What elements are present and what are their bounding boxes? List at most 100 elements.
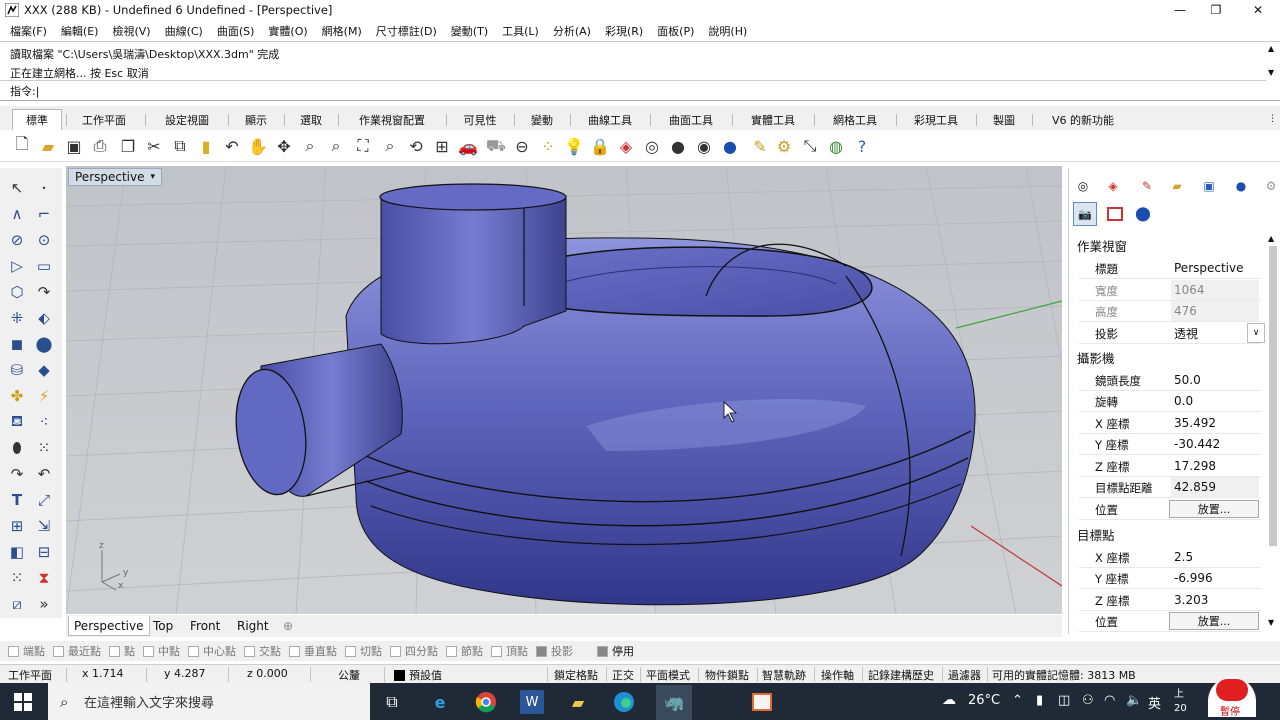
osnap-tangent[interactable]: 切點 [345,643,382,659]
ellipse-icon[interactable]: ⊙ [32,228,56,252]
tab-render-tools[interactable]: 彩現工具 [898,109,974,130]
scroll-down-icon[interactable]: ▼ [1268,68,1274,77]
osnap-intersection[interactable]: 交點 [244,643,281,659]
tab-right[interactable]: Right [232,616,274,636]
cut-icon[interactable]: ✂ [142,134,166,158]
boolean-icon[interactable]: ⬤ [32,332,56,356]
lock-icon[interactable]: 🔒 [588,134,612,158]
minimize-button[interactable]: — [1160,0,1200,20]
gumball-toggle[interactable]: 操作軸 [821,667,854,683]
osnap-vertex[interactable]: 頂點 [491,643,528,659]
osnap-quadrant[interactable]: 四分點 [390,643,438,659]
osnap-point[interactable]: 點 [109,643,135,659]
new-icon[interactable]: 🗋 [10,134,34,158]
checkbox-icon[interactable] [188,645,199,657]
folder-tab-icon[interactable]: ▰ [1167,176,1187,196]
chevron-down-icon[interactable]: ∨ [1247,323,1265,343]
checkbox-icon[interactable] [390,645,401,657]
close-button[interactable]: ✕ [1238,0,1278,20]
tab-mesh-tools[interactable]: 網格工具 [816,109,894,130]
weather-icon[interactable]: ☁ [942,692,956,708]
menu-transform[interactable]: 變動(T) [451,23,488,39]
move-icon[interactable]: ⤢ [32,488,56,512]
tab-perspective[interactable]: Perspective [68,616,150,636]
trim-icon[interactable]: ↷ [5,462,29,486]
checkbox-icon[interactable] [143,645,154,657]
pan-hand-icon[interactable]: ✋ [246,134,270,158]
ortho-toggle[interactable]: 正交 [612,667,634,683]
mesh-icon[interactable]: ✤ [5,384,29,408]
target-x-field[interactable]: 2.5 [1171,547,1259,567]
osnap-near[interactable]: 最近點 [53,643,101,659]
rectangle-icon[interactable]: ▭ [32,254,56,278]
osnap-center[interactable]: 中心點 [188,643,236,659]
tab-display[interactable]: 顯示 [230,109,282,130]
projection-select[interactable]: 透視 [1171,323,1259,343]
checkbox-icon[interactable] [446,645,457,657]
word-icon[interactable]: W [520,690,544,714]
menu-surface[interactable]: 曲面(S) [217,23,255,39]
rotate-icon[interactable]: ✥ [272,134,296,158]
sun-tab-icon[interactable]: ● [1231,176,1251,196]
cplane-label[interactable]: 工作平面 [8,667,52,683]
menu-help[interactable]: 說明(H) [708,23,747,39]
task-view-icon[interactable]: ⧉ [380,690,404,714]
dimension-icon[interactable]: ⬮ [5,436,29,460]
smarttrack-toggle[interactable]: 智慧軌跡 [762,667,806,683]
record-history-toggle[interactable]: 記錄建構歷史 [868,667,934,683]
maximize-button[interactable]: ❐ [1196,0,1236,20]
zoom-extents-icon[interactable]: ⛶ [351,134,375,158]
menu-edit[interactable]: 編輯(E) [61,23,99,39]
viewport-menu-chevron-icon[interactable]: ▾ [151,172,156,182]
more-tools-icon[interactable]: » [32,592,56,616]
layout-icon[interactable]: ⊞ [430,134,454,158]
array-icon[interactable]: ⊞ [5,514,29,538]
scroll-up-icon[interactable]: ▲ [1268,234,1274,243]
lens-length-field[interactable]: 50.0 [1171,370,1259,390]
filter-toggle[interactable]: 過濾器 [948,667,981,683]
osnap-toggle[interactable]: 物件鎖點 [705,667,749,683]
points-icon[interactable]: ⁘ [536,134,560,158]
gumball-icon[interactable]: ⧗ [32,566,56,590]
chrome-icon[interactable] [474,690,498,714]
pen-icon[interactable]: ✎ [748,134,772,158]
circle-tool-icon[interactable]: ⊖ [510,134,534,158]
menu-panels[interactable]: 面板(P) [657,23,694,39]
checkbox-icon[interactable] [244,645,255,657]
people-icon[interactable]: ⚇ [1082,693,1094,708]
target-place-button[interactable]: 放置... [1169,612,1259,630]
checkbox-icon[interactable] [109,645,120,657]
help-icon[interactable]: ? [850,134,874,158]
print-icon[interactable]: ⎙ [88,134,112,158]
wifi-icon[interactable]: ◠ [1104,693,1115,708]
scale-icon[interactable]: ⇲ [32,514,56,538]
scroll-up-icon[interactable]: ▲ [1268,44,1274,53]
tab-surface-tools[interactable]: 曲面工具 [652,109,730,130]
windows-start-icon[interactable] [14,693,32,711]
render-icon[interactable]: ⚡ [32,384,56,408]
tab-select[interactable]: 選取 [286,109,336,130]
zoom-window-icon[interactable]: ⌕ [324,134,348,158]
layer-icon[interactable]: ◈ [614,134,638,158]
rotation-field[interactable]: 0.0 [1171,391,1259,411]
menu-file[interactable]: 檔案(F) [10,23,47,39]
device-icon[interactable]: ◫ [1058,693,1070,708]
checkbox-icon[interactable] [536,645,547,657]
color-wheel-icon[interactable]: ◎ [640,134,664,158]
tab-top[interactable]: Top [148,616,178,636]
paste-icon[interactable]: ▮ [194,134,218,158]
app-taskbar-icon[interactable] [750,690,774,714]
edge-icon[interactable] [612,690,636,714]
display-tab-icon[interactable]: ▣ [1199,176,1219,196]
edge-legacy-icon[interactable]: e [428,690,452,714]
globe-icon[interactable]: ◍ [824,134,848,158]
osnap-perpendicular[interactable]: 垂直點 [289,643,337,659]
sphere-icon[interactable]: ● [666,134,690,158]
add-viewport-button[interactable]: ⊕ [278,616,298,636]
surface-edit-icon[interactable]: ⬖ [32,306,56,330]
taskbar-search-box[interactable]: ⌕ 在這裡輸入文字來搜尋 [48,683,370,720]
checkbox-icon[interactable] [53,645,64,657]
target-y-field[interactable]: -6.996 [1171,568,1259,588]
temperature[interactable]: 26°C [968,693,1000,708]
save-icon[interactable]: ▣ [62,134,86,158]
